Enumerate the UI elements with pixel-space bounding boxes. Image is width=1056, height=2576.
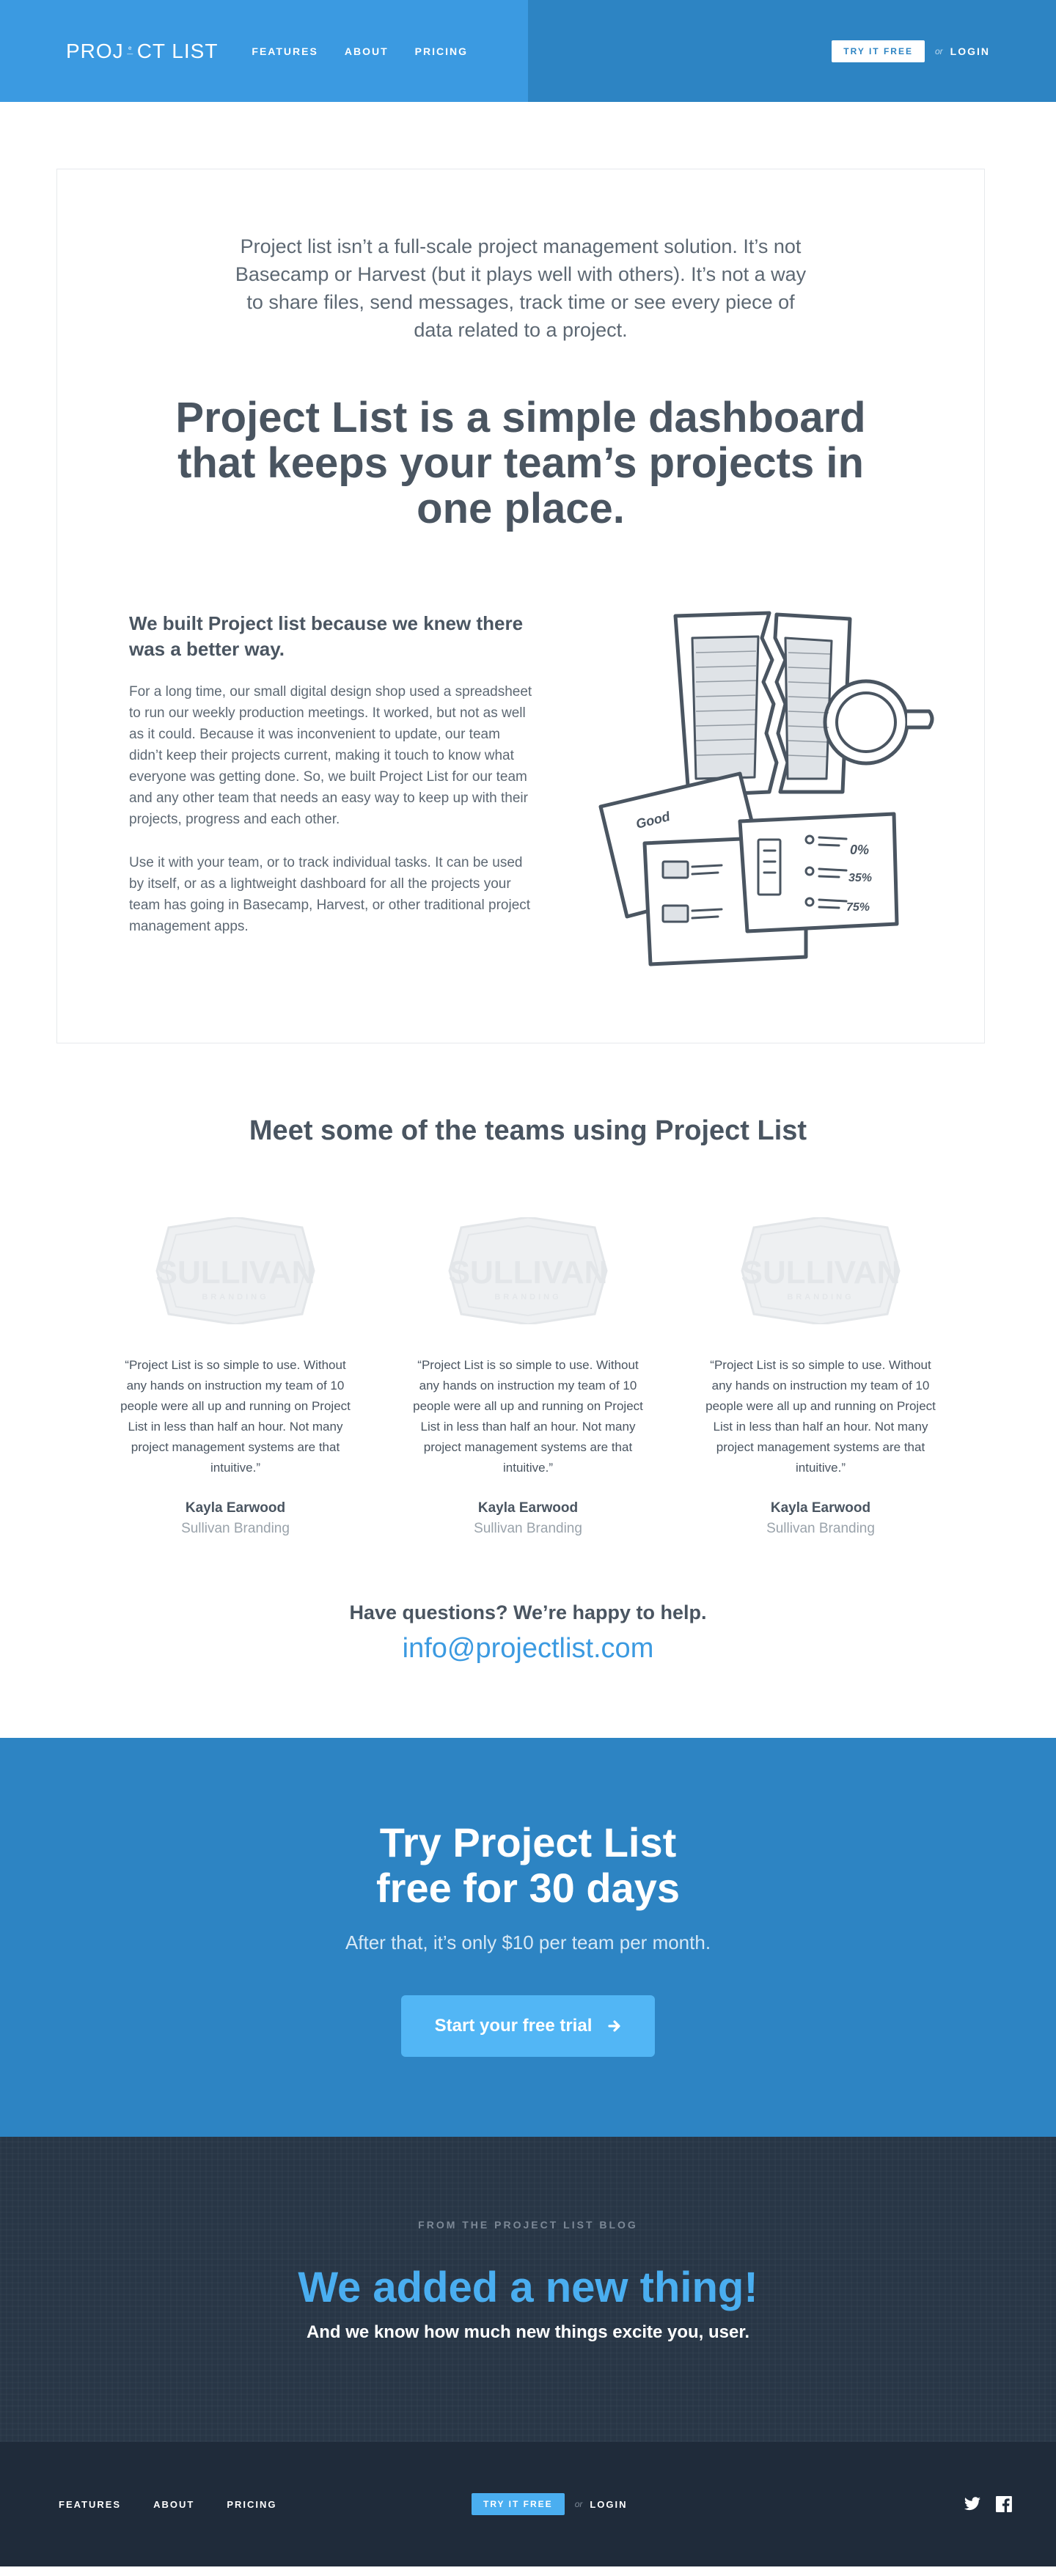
about-title: We built Project list because we knew th…	[129, 612, 524, 660]
trial-title: Try Project List free for 30 days	[0, 1820, 1056, 1911]
nav-pricing[interactable]: PRICING	[415, 45, 468, 57]
blog-title[interactable]: We added a new thing!	[0, 2263, 1056, 2312]
questions-block: Have questions? We’re happy to help. inf…	[0, 1601, 1056, 1665]
testimonial-quote: “Project List is so simple to use. Witho…	[120, 1358, 351, 1475]
intro-paragraph: Project list isn’t a full-scale project …	[235, 235, 807, 341]
testimonials: SULLIVAN BRANDING “Project List is so si…	[0, 1217, 1056, 1537]
main-nav: FEATURES ABOUT PRICING	[252, 45, 468, 57]
start-trial-label: Start your free trial	[434, 2016, 593, 2036]
about-text: We built Project list because we knew th…	[129, 611, 536, 979]
testimonial: SULLIVAN BRANDING “Project List is so si…	[408, 1217, 648, 1537]
blog-section: FROM THE PROJECT LIST BLOG We added a ne…	[0, 2137, 1056, 2442]
client-logo-line2: BRANDING	[494, 1293, 561, 1302]
twitter-icon[interactable]	[964, 2497, 981, 2511]
percent-0: 0%	[850, 843, 869, 857]
testimonial-company: Sullivan Branding	[766, 1521, 875, 1536]
teams-title: Meet some of the teams using Project Lis…	[249, 1115, 807, 1146]
teams-section: Meet some of the teams using Project Lis…	[0, 1115, 1056, 1665]
client-logo-line1: SULLIVAN	[741, 1255, 901, 1291]
nav-about[interactable]: ABOUT	[345, 45, 389, 57]
login-link[interactable]: LOGIN	[950, 45, 990, 57]
footer-nav-about[interactable]: ABOUT	[153, 2499, 194, 2510]
footer-nav-pricing[interactable]: PRICING	[227, 2499, 276, 2510]
about-section: We built Project list because we knew th…	[57, 611, 984, 979]
client-logo: SULLIVAN BRANDING	[448, 1217, 608, 1324]
blog-subtitle: And we know how much new things excite y…	[306, 2322, 750, 2342]
facebook-icon[interactable]	[996, 2496, 1012, 2512]
social-links	[964, 2496, 1012, 2512]
dashboard-illustration: Good 0% 35% 75%	[598, 611, 934, 966]
trial-section: Try Project List free for 30 days After …	[0, 1738, 1056, 2137]
client-logo-line2: BRANDING	[787, 1293, 854, 1302]
try-free-button[interactable]: TRY IT FREE	[832, 40, 925, 62]
percent-35: 35%	[848, 872, 872, 884]
trial-title-line2: free for 30 days	[376, 1865, 680, 1911]
about-paragraph-1: For a long time, our small digital desig…	[129, 684, 532, 827]
logo[interactable]: PROJ e— CT LIST	[66, 40, 218, 63]
site-footer: FEATURES ABOUT PRICING TRY IT FREE or LO…	[0, 2442, 1056, 2566]
header-right: TRY IT FREE or LOGIN	[528, 0, 1056, 102]
site-header: PROJ e— CT LIST FEATURES ABOUT PRICING T…	[0, 0, 1056, 102]
logo-text-small: e—	[127, 44, 134, 57]
footer-try-free-button[interactable]: TRY IT FREE	[472, 2493, 565, 2515]
testimonial: SULLIVAN BRANDING “Project List is so si…	[116, 1217, 355, 1537]
footer-cta: TRY IT FREE or LOGIN	[472, 2493, 628, 2515]
footer-nav: FEATURES ABOUT PRICING	[59, 2499, 277, 2510]
nav-features[interactable]: FEATURES	[252, 45, 318, 57]
or-label: or	[934, 45, 943, 56]
testimonial-quote: “Project List is so simple to use. Witho…	[705, 1358, 936, 1475]
about-illustration: Good 0% 35% 75%	[593, 609, 938, 979]
about-paragraph-2: Use it with your team, or to track indiv…	[129, 855, 531, 934]
client-logo-line1: SULLIVAN	[449, 1255, 608, 1291]
contact-email-link[interactable]: info@projectlist.com	[0, 1633, 1056, 1665]
trial-title-line1: Try Project List	[379, 1819, 677, 1865]
logo-text-2: CT LIST	[136, 39, 219, 62]
header-left: PROJ e— CT LIST FEATURES ABOUT PRICING	[0, 0, 528, 102]
testimonial-company: Sullivan Branding	[181, 1521, 290, 1536]
client-logo: SULLIVAN BRANDING	[155, 1217, 315, 1324]
footer-login-link[interactable]: LOGIN	[590, 2499, 627, 2510]
questions-title: Have questions? We’re happy to help.	[349, 1601, 707, 1623]
client-logo: SULLIVAN BRANDING	[741, 1217, 901, 1324]
testimonial-name: Kayla Earwood	[185, 1500, 286, 1516]
intro-headline: Project List is a simple dashboard that …	[175, 394, 866, 532]
footer-nav-features[interactable]: FEATURES	[59, 2499, 121, 2510]
start-trial-button[interactable]: Start your free trial	[400, 1995, 656, 2057]
testimonial: SULLIVAN BRANDING “Project List is so si…	[701, 1217, 940, 1537]
blog-kicker: FROM THE PROJECT LIST BLOG	[418, 2219, 638, 2231]
trial-subtitle: After that, it’s only $10 per team per m…	[345, 1931, 711, 1953]
testimonial-quote: “Project List is so simple to use. Witho…	[413, 1358, 643, 1475]
testimonial-name: Kayla Earwood	[770, 1500, 871, 1516]
arrow-right-icon	[608, 2020, 620, 2032]
footer-or-label: or	[574, 2499, 583, 2509]
logo-text-1: PROJ	[66, 39, 124, 62]
percent-75: 75%	[846, 901, 870, 914]
client-logo-line2: BRANDING	[202, 1293, 268, 1302]
testimonial-name: Kayla Earwood	[477, 1500, 579, 1516]
testimonial-company: Sullivan Branding	[474, 1521, 582, 1536]
intro-card: Project list isn’t a full-scale project …	[56, 169, 985, 1043]
client-logo-line1: SULLIVAN	[156, 1255, 315, 1291]
